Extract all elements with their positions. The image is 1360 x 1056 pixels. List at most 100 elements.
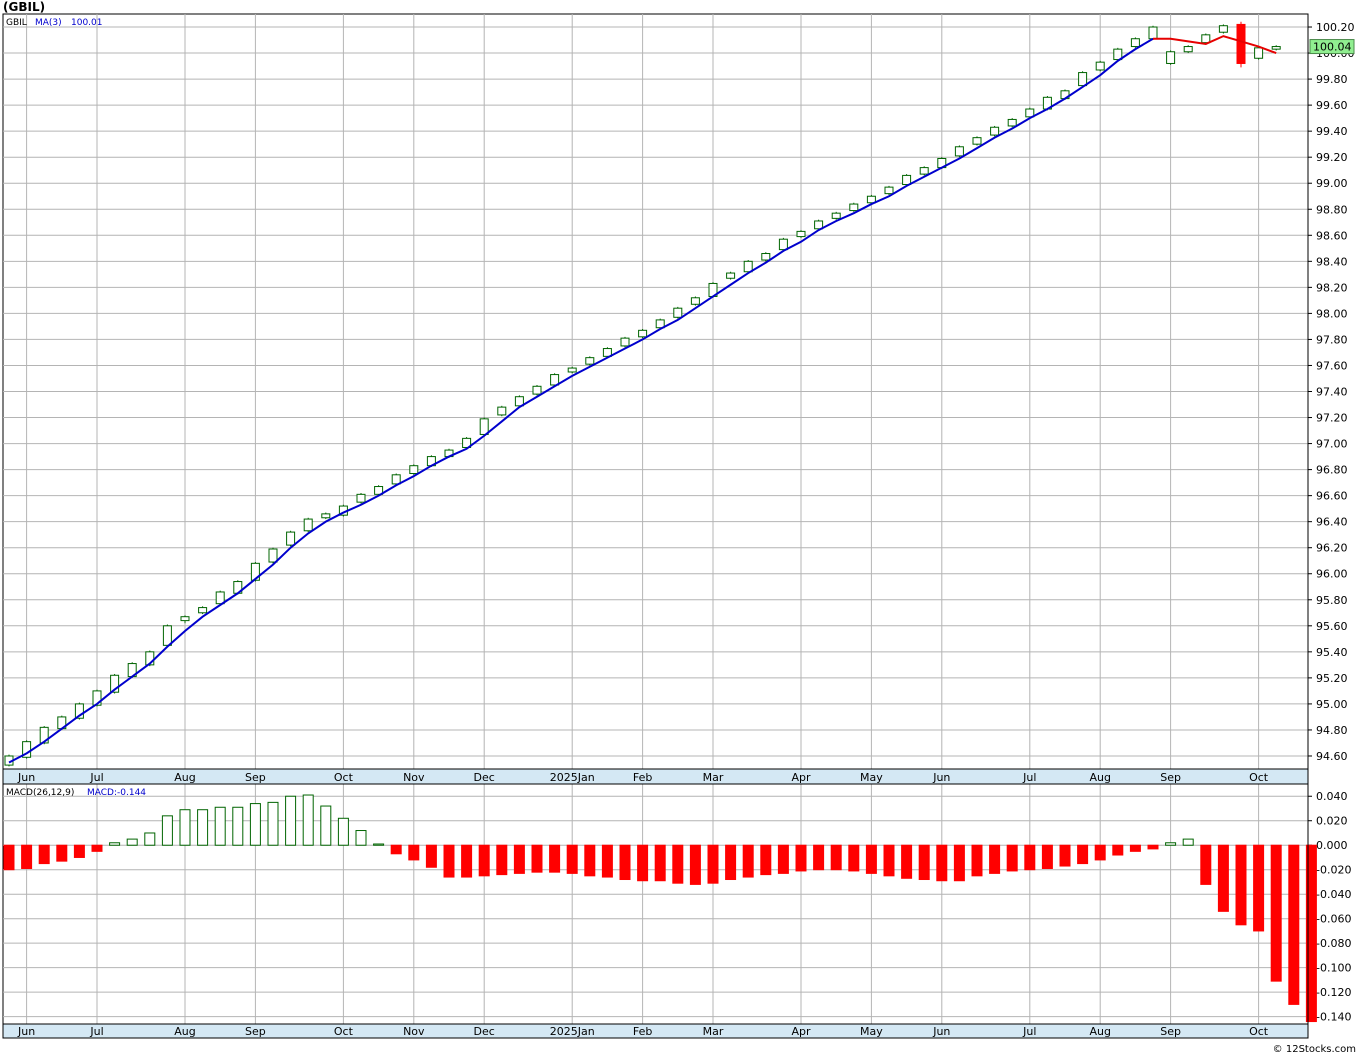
date-axis-label-lower: Jun xyxy=(17,1025,35,1038)
candle-body xyxy=(761,253,771,261)
candle-body xyxy=(585,357,595,365)
chart-svg: 100.20100.0099.8099.6099.4099.2099.0098.… xyxy=(2,13,1355,1039)
price-tick-label: 96.80 xyxy=(1316,464,1348,477)
date-axis-label-lower: Oct xyxy=(334,1025,354,1038)
date-axis-label: Dec xyxy=(474,771,495,784)
macd-tick-label: -0.060 xyxy=(1316,913,1351,926)
macd-bar xyxy=(91,844,103,852)
macd-tick-label: 0.040 xyxy=(1316,790,1348,803)
date-axis-label: Aug xyxy=(174,771,195,784)
macd-bar xyxy=(320,805,332,846)
price-tick-label: 97.60 xyxy=(1316,359,1348,372)
macd-tick-label: -0.040 xyxy=(1316,888,1351,901)
date-axis-band-lower xyxy=(2,1023,1309,1039)
date-axis-label: Sep xyxy=(1160,771,1181,784)
date-axis-label-lower: 2025Jan xyxy=(550,1025,595,1038)
macd-tick-label: 0.000 xyxy=(1316,839,1348,852)
candle-body xyxy=(1148,26,1158,40)
macd-bar xyxy=(637,844,649,882)
price-tick-label: 97.80 xyxy=(1316,333,1348,346)
macd-bar xyxy=(214,806,226,846)
macd-bar xyxy=(1041,844,1053,869)
macd-bar xyxy=(619,844,631,881)
candle-body xyxy=(391,474,401,485)
macd-bar xyxy=(1077,844,1089,865)
macd-bar xyxy=(496,844,508,876)
macd-bar xyxy=(971,844,983,877)
price-tick-label: 99.20 xyxy=(1316,151,1348,164)
macd-bar xyxy=(1270,844,1282,982)
price-tick-label: 100.20 xyxy=(1316,21,1355,34)
candle-body xyxy=(620,337,630,347)
macd-bar xyxy=(144,832,156,846)
date-axis-label: Oct xyxy=(334,771,354,784)
candle-body xyxy=(1218,25,1228,33)
date-axis-label: Nov xyxy=(403,771,425,784)
candle-body xyxy=(902,174,912,186)
date-axis-label-lower: Sep xyxy=(1160,1025,1181,1038)
candle-body xyxy=(356,493,366,503)
date-axis-label: 2025Jan xyxy=(550,771,595,784)
price-tick-label: 96.20 xyxy=(1316,542,1348,555)
macd-bar xyxy=(513,844,525,874)
macd-bar xyxy=(848,844,860,872)
date-axis-label: Jul xyxy=(1022,771,1036,784)
macd-bar xyxy=(742,844,754,878)
macd-bar xyxy=(197,809,209,846)
macd-bar xyxy=(918,844,930,881)
macd-tick-label: -0.120 xyxy=(1316,986,1351,999)
macd-bar xyxy=(953,844,965,882)
date-axis-label-lower: Oct xyxy=(1249,1025,1269,1038)
macd-tick-label: -0.020 xyxy=(1316,864,1351,877)
price-tick-label: 94.80 xyxy=(1316,724,1348,737)
date-axis-label: May xyxy=(860,771,883,784)
date-axis-label: Feb xyxy=(633,771,652,784)
price-tick-label: 98.60 xyxy=(1316,229,1348,242)
price-tick-label: 94.60 xyxy=(1316,750,1348,763)
candle-body xyxy=(1166,51,1176,64)
macd-bar xyxy=(408,844,420,861)
macd-bar xyxy=(707,844,719,884)
price-tick-label: 99.40 xyxy=(1316,125,1348,138)
candle-body xyxy=(884,186,894,195)
date-axis-label-lower: Sep xyxy=(245,1025,266,1038)
macd-bar xyxy=(390,844,402,855)
candle-body xyxy=(954,146,964,157)
candle-body xyxy=(1183,46,1193,53)
macd-bar xyxy=(1129,844,1141,852)
legend-ticker: GBIL xyxy=(6,18,27,28)
date-axis-label-lower: Aug xyxy=(1089,1025,1110,1038)
macd-bar xyxy=(285,795,297,846)
macd-bar xyxy=(689,844,701,885)
candle-body xyxy=(409,465,419,475)
candle-body xyxy=(198,607,208,614)
macd-bar xyxy=(883,844,895,877)
price-tick-label: 99.00 xyxy=(1316,177,1348,190)
macd-tick-label: 0.020 xyxy=(1316,815,1348,828)
candle-body xyxy=(796,230,806,238)
candle-body xyxy=(673,307,683,318)
legend-ma-value: 100.01 xyxy=(71,18,103,28)
candle-body xyxy=(567,367,577,373)
candle-body xyxy=(180,616,190,622)
candle-body xyxy=(972,137,982,145)
macd-bar xyxy=(1059,844,1071,867)
legend-ma-label: MA(3) xyxy=(35,18,62,28)
macd-bar xyxy=(1112,844,1124,856)
date-axis-label-lower: Aug xyxy=(174,1025,195,1038)
candle-body xyxy=(479,418,489,435)
candle-body xyxy=(726,272,736,279)
candle-body xyxy=(1007,118,1017,127)
price-tick-label: 96.00 xyxy=(1316,568,1348,581)
macd-bar xyxy=(38,844,50,865)
macd-bar xyxy=(549,844,561,873)
macd-bar xyxy=(531,844,543,873)
candle-body xyxy=(1254,47,1264,59)
candle-body xyxy=(1271,46,1281,50)
price-tick-label: 99.60 xyxy=(1316,99,1348,112)
price-tick-label: 98.20 xyxy=(1316,281,1348,294)
macd-bar xyxy=(1006,844,1018,872)
candle-body xyxy=(303,518,313,532)
candle-body xyxy=(743,260,753,273)
date-axis-label-lower: Feb xyxy=(633,1025,652,1038)
